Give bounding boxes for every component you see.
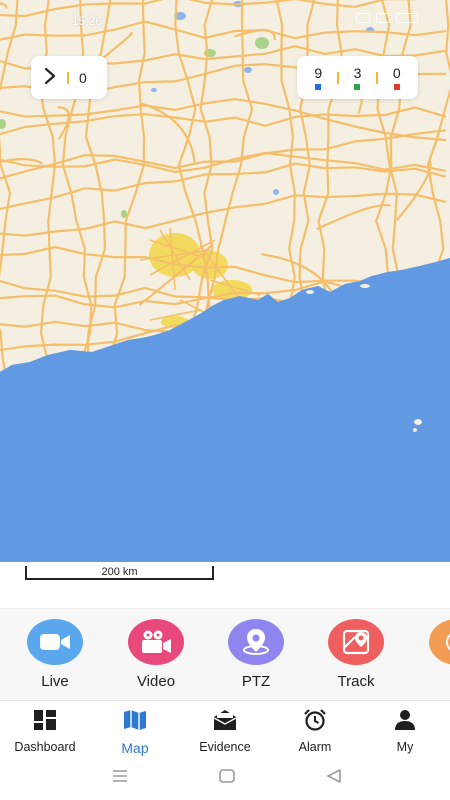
stat-moving-dot	[354, 84, 361, 90]
stat-online-value: 9	[314, 65, 323, 81]
feature-label: Track	[337, 673, 375, 690]
status-icons	[356, 13, 418, 23]
map-icon	[123, 709, 147, 736]
chevron-right-icon	[43, 67, 59, 89]
tab-label: Map	[121, 740, 149, 756]
tab-my[interactable]: My	[360, 709, 450, 754]
stat-alarm-value: 0	[392, 65, 401, 81]
feature-label: Video	[136, 673, 176, 690]
tab-map[interactable]: Map	[90, 709, 180, 756]
wifi-icon	[376, 13, 390, 23]
system-navigation-bar	[0, 756, 450, 800]
stat-alarm: 0	[393, 65, 401, 90]
stat-online-dot	[315, 84, 322, 90]
status-time: 15:26	[72, 14, 103, 28]
status-bar: 15:26	[0, 0, 450, 40]
feature-shortcuts: Live Video PTZ Track In	[0, 608, 450, 700]
bottom-tab-bar: Dashboard Map Evidence Alarm My	[0, 700, 450, 756]
divider	[67, 71, 69, 84]
feature-ptz[interactable]: PTZ	[221, 619, 291, 690]
feature-track[interactable]: Track	[321, 619, 391, 690]
back-icon[interactable]	[325, 768, 343, 789]
alarm-clock-icon	[302, 709, 328, 736]
scale-label: 200 km	[101, 566, 138, 578]
device-status-summary[interactable]: 9 3 0	[297, 56, 418, 99]
dashboard-grid-icon	[33, 709, 57, 736]
device-list-toggle[interactable]: 0	[31, 56, 107, 99]
envelope-icon	[212, 709, 238, 736]
tab-label: Dashboard	[14, 740, 76, 754]
stat-moving: 3	[353, 65, 362, 90]
user-icon	[393, 709, 417, 736]
feature-info[interactable]: In	[422, 619, 450, 690]
tab-evidence[interactable]: Evidence	[180, 709, 270, 754]
tab-label: Alarm	[298, 740, 332, 754]
feature-label: Live	[41, 673, 69, 690]
home-icon[interactable]	[218, 768, 236, 789]
battery-icon	[396, 13, 418, 23]
divider	[336, 71, 339, 84]
film-camera-icon	[128, 619, 184, 665]
feature-live[interactable]: Live	[20, 619, 90, 690]
location-pin-icon	[228, 619, 284, 665]
feature-label: PTZ	[241, 673, 271, 690]
device-count: 0	[79, 69, 87, 86]
divider	[376, 71, 379, 84]
video-camera-icon	[27, 619, 83, 665]
tab-dashboard[interactable]: Dashboard	[0, 709, 90, 754]
stat-alarm-dot	[393, 84, 400, 90]
tab-label: My	[396, 740, 414, 754]
feature-video[interactable]: Video	[121, 619, 191, 690]
app-root: 15:26 0 9 3 0 200 km Live Video PTZ Trac…	[0, 0, 450, 800]
stat-online: 9	[314, 65, 322, 90]
info-icon	[429, 619, 450, 665]
tab-label: Evidence	[199, 740, 251, 754]
menu-icon[interactable]	[111, 768, 129, 789]
tab-alarm[interactable]: Alarm	[270, 709, 360, 754]
signal-icon	[356, 13, 370, 23]
map-pin-icon	[328, 619, 384, 665]
stat-moving-value: 3	[353, 65, 362, 81]
